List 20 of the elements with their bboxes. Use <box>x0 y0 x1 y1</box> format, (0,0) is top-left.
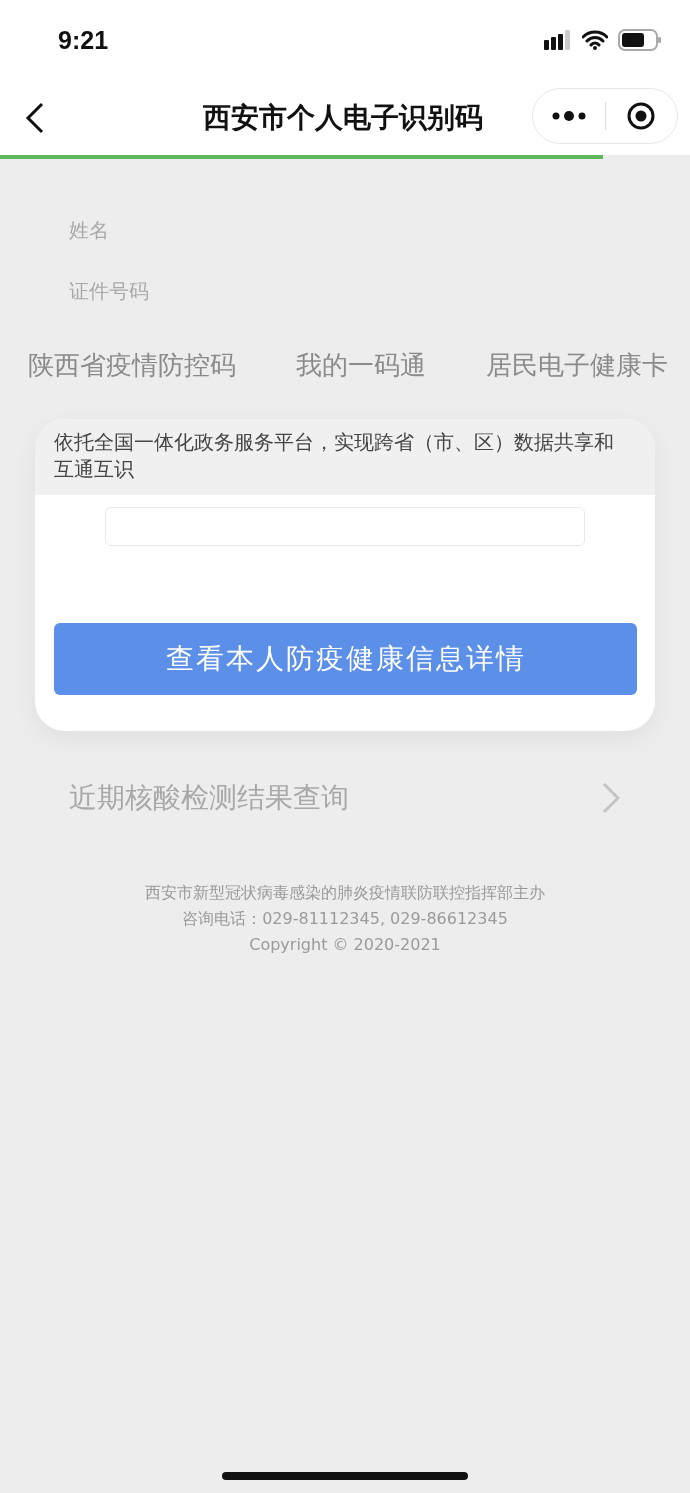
footer-text: Copyright © 2020-2021 <box>249 935 441 955</box>
back-icon[interactable] <box>24 100 46 135</box>
view-details-button[interactable]: 查看本人防疫健康信息详情 <box>54 623 637 695</box>
test-results-link[interactable]: 近期核酸检测结果查询 <box>69 773 620 823</box>
tab[interactable]: 我的一码通 <box>296 345 426 385</box>
footer-text: 西安市新型冠状病毒感染的肺炎疫情联防联控指挥部主办 <box>145 883 545 903</box>
page-title: 西安市个人电子识别码 <box>202 99 484 136</box>
signal-icon <box>544 30 572 50</box>
footer-text: 咨询电话：029-81112345, 029-86612345 <box>182 909 508 929</box>
tab[interactable]: 陕西省疫情防控码 <box>28 345 236 385</box>
target-icon <box>626 101 657 131</box>
notice-text: 依托全国一体化政务服务平台，实现跨省（市、区）数据共享和互通互识 <box>35 419 655 495</box>
status-time: 9:21 <box>58 25 109 55</box>
more-dots-icon <box>551 111 586 121</box>
battery-icon <box>618 29 662 51</box>
field-label: 证件号码 <box>69 278 150 305</box>
wifi-icon <box>582 30 608 50</box>
tab[interactable]: 居民电子健康卡 <box>486 345 668 385</box>
chevron-right-icon <box>602 782 620 814</box>
field-label: 姓名 <box>69 217 110 244</box>
